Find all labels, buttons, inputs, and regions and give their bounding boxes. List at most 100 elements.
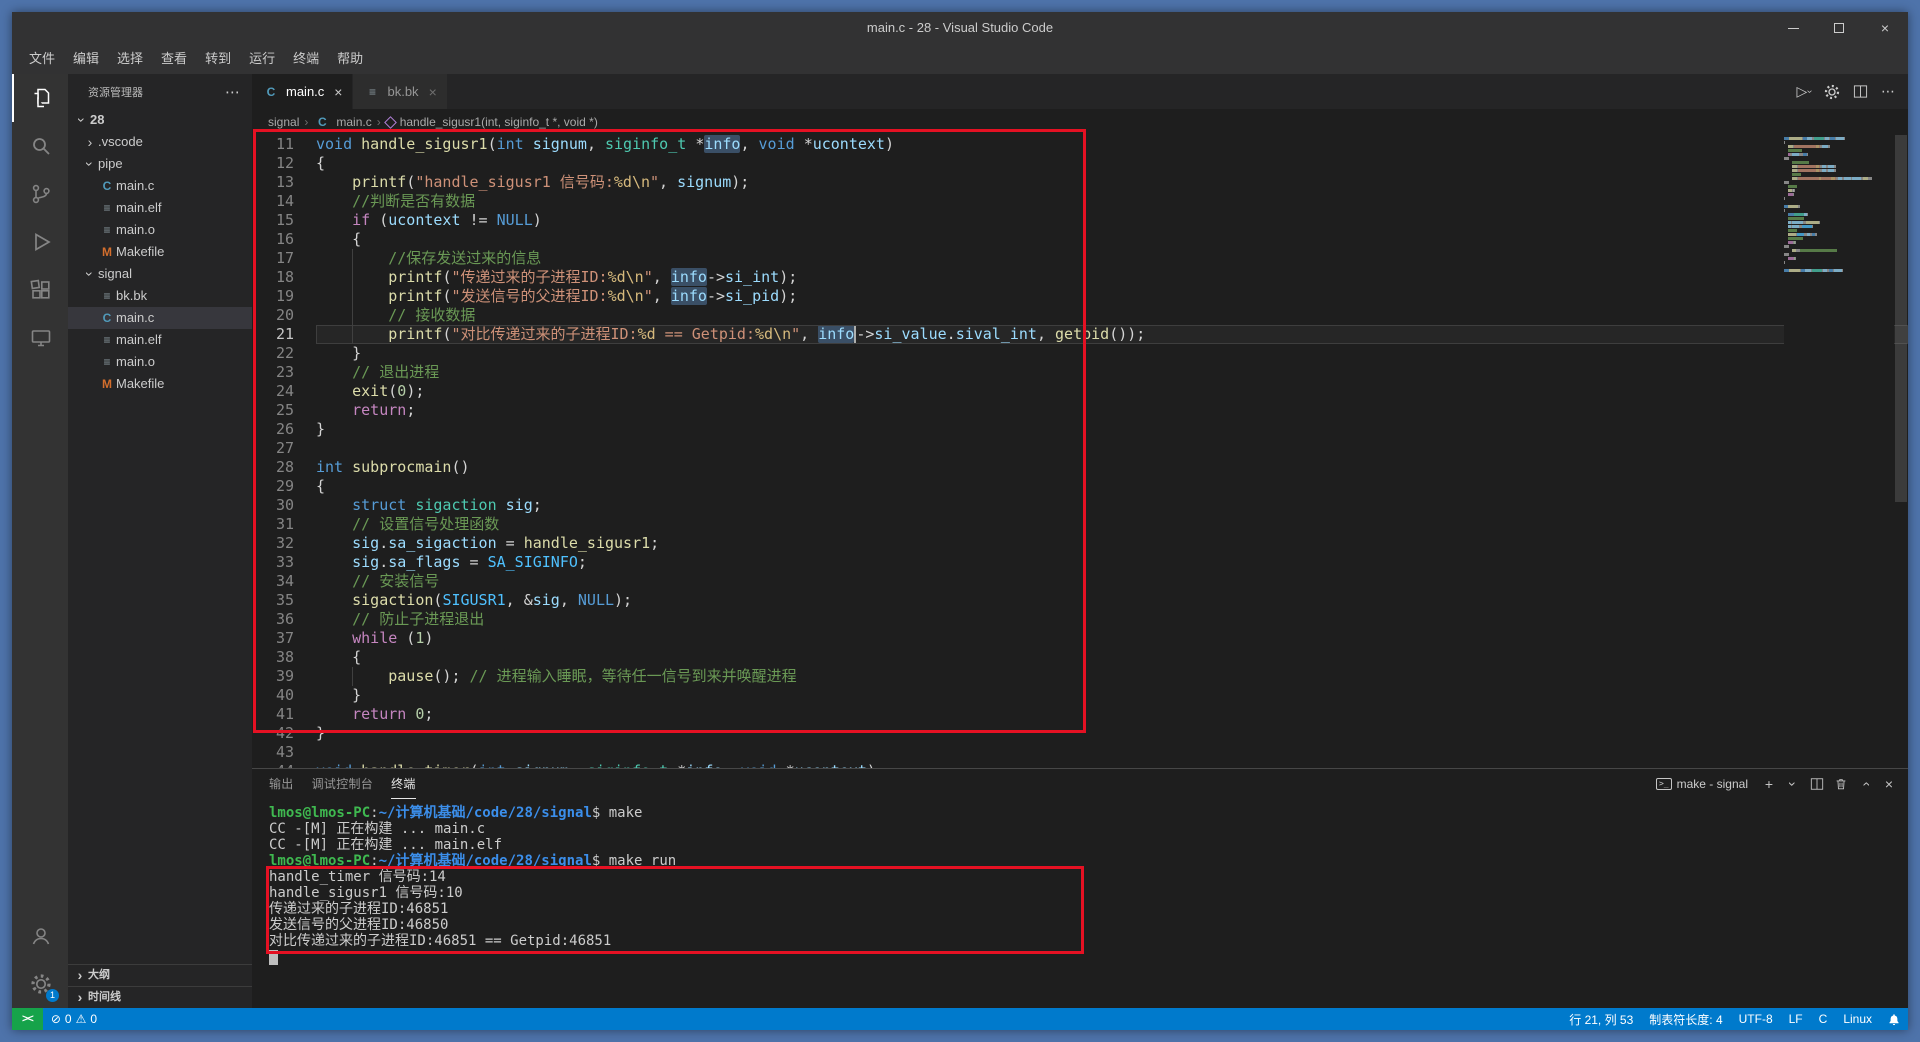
terminal-output[interactable]: lmos@lmos-PC:~/计算机基础/code/28/signal$ mak… — [252, 799, 1908, 1008]
code-line-38[interactable]: 38 { — [252, 648, 1908, 667]
code-line-27[interactable]: 27 — [252, 439, 1908, 458]
maximize-panel-button[interactable]: › — [1854, 773, 1876, 795]
line-number[interactable]: 19 — [252, 287, 316, 306]
line-number[interactable]: 36 — [252, 610, 316, 629]
breadcrumb-folder[interactable]: signal — [268, 115, 299, 129]
tree-item-main.elf[interactable]: ≡main.elf — [68, 197, 252, 219]
menu-item-选择[interactable]: 选择 — [108, 44, 152, 74]
code-line-36[interactable]: 36 // 防止子进程退出 — [252, 610, 1908, 629]
split-terminal-button[interactable] — [1806, 773, 1828, 795]
line-number[interactable]: 41 — [252, 705, 316, 724]
tree-item-signal[interactable]: ›signal — [68, 263, 252, 285]
tree-item-main.o[interactable]: ≡main.o — [68, 351, 252, 373]
line-number[interactable]: 21 — [252, 325, 316, 344]
code-line-14[interactable]: 14 //判断是否有数据 — [252, 192, 1908, 211]
line-number[interactable]: 32 — [252, 534, 316, 553]
menu-item-转到[interactable]: 转到 — [196, 44, 240, 74]
menu-item-编辑[interactable]: 编辑 — [64, 44, 108, 74]
code-line-21[interactable]: 21 printf("对比传递过来的子进程ID:%d == Getpid:%d\… — [252, 325, 1908, 344]
line-number[interactable]: 26 — [252, 420, 316, 439]
line-number[interactable]: 28 — [252, 458, 316, 477]
line-number[interactable]: 24 — [252, 382, 316, 401]
code-line-32[interactable]: 32 sig.sa_sigaction = handle_sigusr1; — [252, 534, 1908, 553]
menu-item-运行[interactable]: 运行 — [240, 44, 284, 74]
gear-icon[interactable] — [1820, 80, 1844, 104]
editor-more-actions-icon[interactable]: ⋯ — [1876, 80, 1900, 104]
tree-item-main.elf[interactable]: ≡main.elf — [68, 329, 252, 351]
menu-item-终端[interactable]: 终端 — [284, 44, 328, 74]
code-line-30[interactable]: 30 struct sigaction sig; — [252, 496, 1908, 515]
cursor-position-status[interactable]: 行 21, 列 53 — [1561, 1008, 1641, 1030]
breadcrumb-file[interactable]: main.c — [336, 115, 371, 129]
line-number[interactable]: 44 — [252, 762, 316, 768]
code-line-40[interactable]: 40 } — [252, 686, 1908, 705]
line-number[interactable]: 37 — [252, 629, 316, 648]
code-line-44[interactable]: 44void handle_timer(int signum, siginfo_… — [252, 762, 1908, 768]
line-number[interactable]: 33 — [252, 553, 316, 572]
panel-tab-output[interactable]: 输出 — [269, 769, 294, 799]
close-panel-button[interactable]: × — [1878, 773, 1900, 795]
search-icon[interactable] — [12, 122, 68, 170]
code-line-39[interactable]: 39 pause(); // 进程输入睡眠，等待任一信号到来并唤醒进程 — [252, 667, 1908, 686]
code-line-34[interactable]: 34 // 安装信号 — [252, 572, 1908, 591]
new-terminal-button[interactable]: + — [1758, 773, 1780, 795]
kill-terminal-button[interactable] — [1830, 773, 1852, 795]
tab-bk-bk[interactable]: ≡ bk.bk × — [353, 74, 447, 109]
minimize-button[interactable] — [1770, 12, 1816, 44]
code-line-17[interactable]: 17 //保存发送过来的信息 — [252, 249, 1908, 268]
minimap[interactable] — [1784, 135, 1894, 768]
code-line-22[interactable]: 22 } — [252, 344, 1908, 363]
code-line-20[interactable]: 20 // 接收数据 — [252, 306, 1908, 325]
terminal-picker-dropdown[interactable]: >_ make - signal — [1656, 777, 1748, 791]
code-line-28[interactable]: 28int subprocmain() — [252, 458, 1908, 477]
menu-item-文件[interactable]: 文件 — [20, 44, 64, 74]
remote-indicator[interactable]: >< — [12, 1008, 43, 1030]
encoding-status[interactable]: UTF-8 — [1731, 1008, 1781, 1030]
tree-item-.vscode[interactable]: ›.vscode — [68, 131, 252, 153]
line-number[interactable]: 17 — [252, 249, 316, 268]
line-number[interactable]: 42 — [252, 724, 316, 743]
tab-main-c[interactable]: C main.c × — [252, 74, 353, 109]
code-line-13[interactable]: 13 printf("handle_sigusr1 信号码:%d\n", sig… — [252, 173, 1908, 192]
more-actions-icon[interactable]: ⋯ — [225, 83, 240, 101]
line-number[interactable]: 40 — [252, 686, 316, 705]
line-number[interactable]: 43 — [252, 743, 316, 762]
remote-explorer-icon[interactable] — [12, 314, 68, 362]
code-line-42[interactable]: 42} — [252, 724, 1908, 743]
line-number[interactable]: 27 — [252, 439, 316, 458]
tab-close-icon[interactable]: × — [429, 84, 437, 100]
explorer-icon[interactable] — [12, 74, 68, 122]
code-line-23[interactable]: 23 // 退出进程 — [252, 363, 1908, 382]
tree-item-bk.bk[interactable]: ≡bk.bk — [68, 285, 252, 307]
code-line-35[interactable]: 35 sigaction(SIGUSR1, &sig, NULL); — [252, 591, 1908, 610]
line-number[interactable]: 39 — [252, 667, 316, 686]
code-editor[interactable]: 11void handle_sigusr1(int signum, siginf… — [252, 135, 1908, 768]
code-line-19[interactable]: 19 printf("发送信号的父进程ID:%d\n", info->si_pi… — [252, 287, 1908, 306]
tree-item-main.c[interactable]: Cmain.c — [68, 175, 252, 197]
code-line-16[interactable]: 16 { — [252, 230, 1908, 249]
code-line-18[interactable]: 18 printf("传递过来的子进程ID:%d\n", info->si_in… — [252, 268, 1908, 287]
tree-item-Makefile[interactable]: MMakefile — [68, 373, 252, 395]
tree-item-28[interactable]: ›28 — [68, 109, 252, 131]
notifications-bell-icon[interactable] — [1880, 1008, 1908, 1030]
tree-item-main.c[interactable]: Cmain.c — [68, 307, 252, 329]
line-number[interactable]: 38 — [252, 648, 316, 667]
timeline-section[interactable]: ›时间线 — [68, 986, 252, 1008]
run-debug-icon[interactable] — [12, 218, 68, 266]
code-line-37[interactable]: 37 while (1) — [252, 629, 1908, 648]
problems-status[interactable]: ⊘0 ⚠0 — [43, 1008, 105, 1030]
line-number[interactable]: 18 — [252, 268, 316, 287]
code-line-29[interactable]: 29{ — [252, 477, 1908, 496]
line-number[interactable]: 22 — [252, 344, 316, 363]
code-line-12[interactable]: 12{ — [252, 154, 1908, 173]
line-number[interactable]: 29 — [252, 477, 316, 496]
panel-tab-debug-console[interactable]: 调试控制台 — [312, 769, 374, 799]
code-line-25[interactable]: 25 return; — [252, 401, 1908, 420]
code-line-15[interactable]: 15 if (ucontext != NULL) — [252, 211, 1908, 230]
extensions-icon[interactable] — [12, 266, 68, 314]
line-number[interactable]: 23 — [252, 363, 316, 382]
settings-gear-icon[interactable]: 1 — [12, 960, 68, 1008]
code-line-33[interactable]: 33 sig.sa_flags = SA_SIGINFO; — [252, 553, 1908, 572]
code-line-26[interactable]: 26} — [252, 420, 1908, 439]
tree-item-main.o[interactable]: ≡main.o — [68, 219, 252, 241]
